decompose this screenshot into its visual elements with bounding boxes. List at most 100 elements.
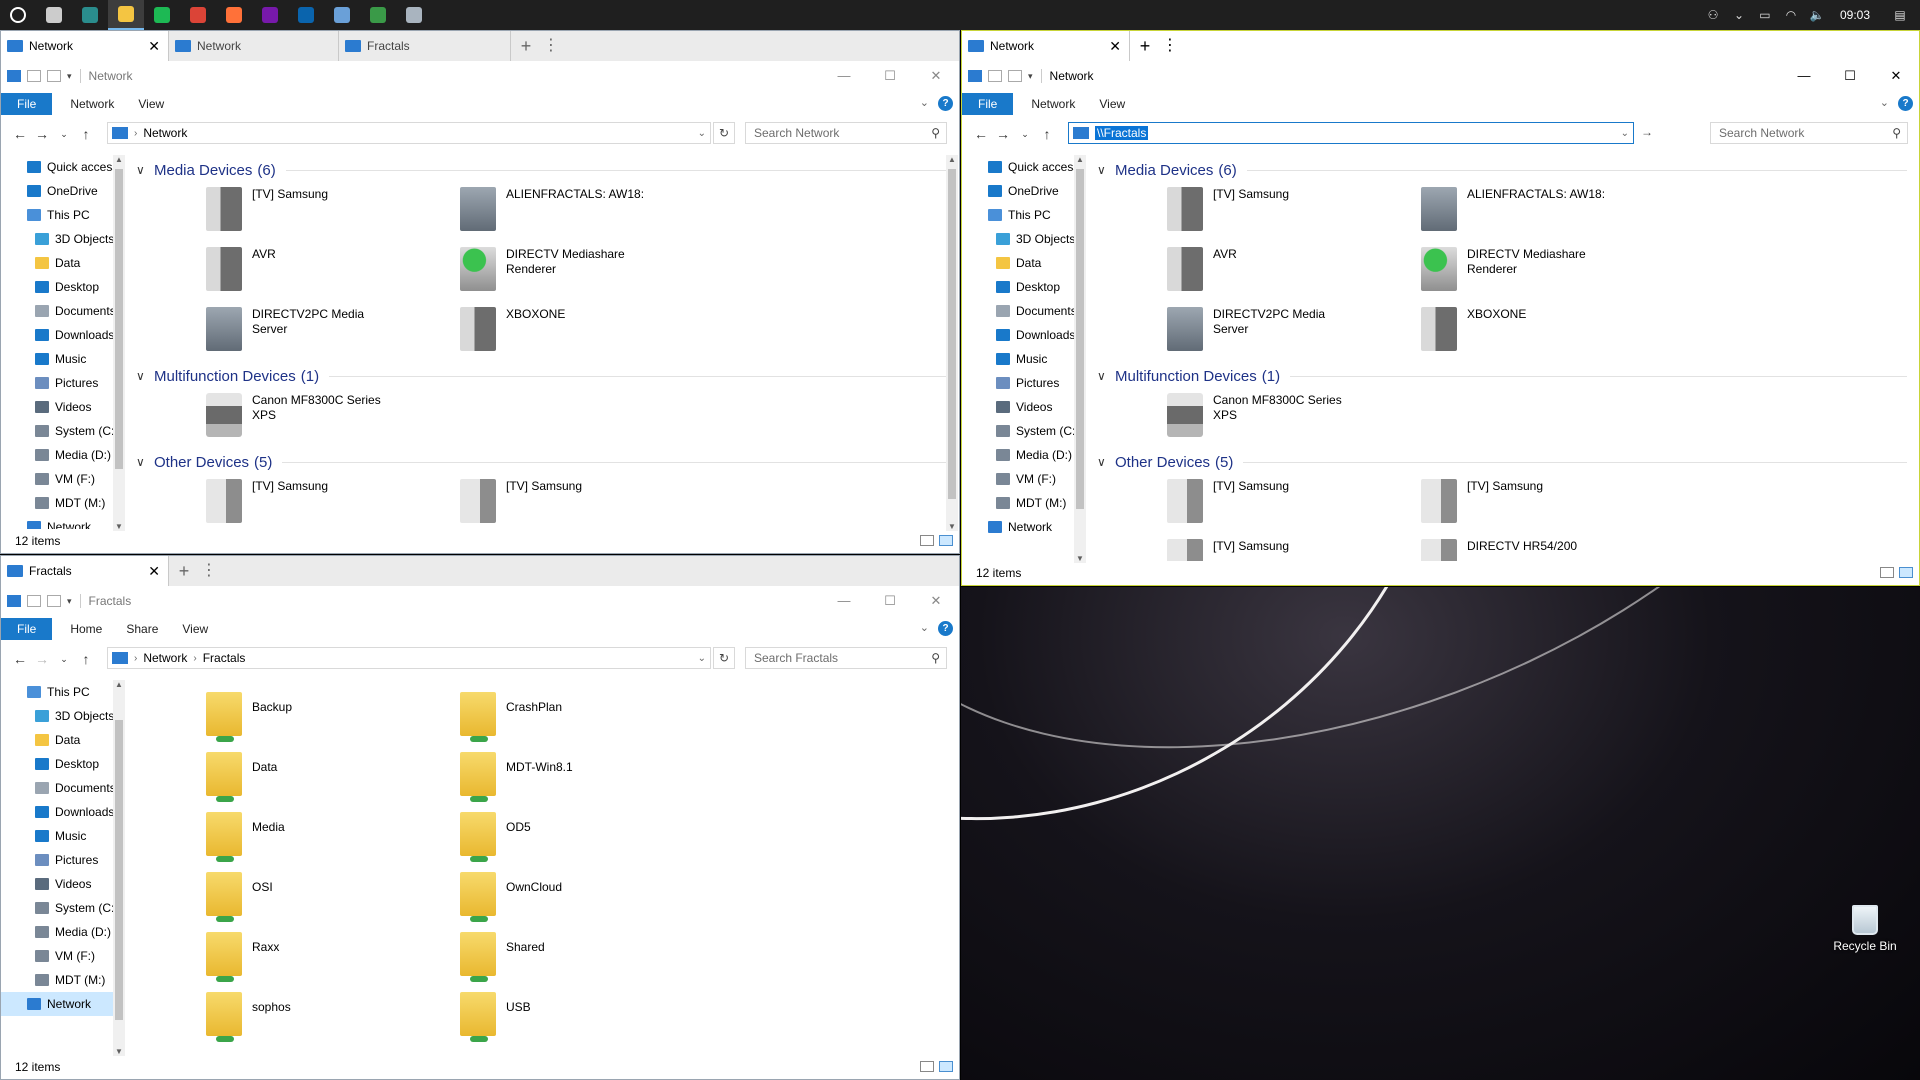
minimize-button[interactable]: — bbox=[821, 586, 867, 616]
nav-item-music[interactable]: Music bbox=[1, 824, 113, 848]
ribbon-tab-network[interactable]: Network bbox=[1019, 97, 1087, 111]
search-box[interactable]: Search Network ⚲ bbox=[745, 122, 947, 144]
device-item[interactable]: [TV] Samsung bbox=[1421, 473, 1675, 533]
chevron-up-icon[interactable]: ⌄ bbox=[1726, 8, 1752, 22]
nav-item-pictures[interactable]: Pictures bbox=[962, 371, 1074, 395]
group-header[interactable]: ∨ Other Devices (5) bbox=[1087, 451, 1907, 473]
nav-item-vm-f[interactable]: VM (F:) bbox=[1, 467, 113, 491]
shared-folder[interactable]: USB bbox=[460, 986, 714, 1046]
nav-item-videos[interactable]: Videos bbox=[1, 395, 113, 419]
device-item[interactable]: XBOXONE bbox=[460, 301, 714, 361]
close-button[interactable]: ✕ bbox=[913, 61, 959, 91]
content-scrollbar[interactable]: ▲ ▼ bbox=[946, 155, 958, 531]
collapse-icon[interactable]: ∨ bbox=[1097, 455, 1115, 469]
new-folder-icon[interactable] bbox=[47, 595, 61, 607]
maximize-button[interactable]: ☐ bbox=[867, 61, 913, 91]
taskbar-connection-button[interactable] bbox=[360, 0, 396, 30]
device-item[interactable]: DIRECTV2PC Media Server bbox=[206, 301, 460, 361]
nav-pane-scrollbar[interactable]: ▲ ▼ bbox=[1074, 155, 1086, 563]
nav-item-desktop[interactable]: Desktop bbox=[1, 275, 113, 299]
device-item[interactable]: ALIENFRACTALS: AW18: bbox=[460, 181, 714, 241]
maximize-button[interactable]: ☐ bbox=[1827, 61, 1873, 91]
back-button[interactable]: ← bbox=[970, 126, 992, 142]
device-item[interactable]: [TV] Samsung bbox=[460, 473, 714, 529]
refresh-button[interactable]: ↻ bbox=[713, 122, 735, 144]
device-item[interactable]: Canon MF8300C Series XPS bbox=[1167, 387, 1421, 447]
up-button[interactable]: ↑ bbox=[75, 126, 97, 142]
breadcrumb-network[interactable]: Network bbox=[143, 126, 187, 140]
close-tab-icon[interactable]: ✕ bbox=[148, 563, 160, 580]
address-dropdown-icon[interactable]: ⌄ bbox=[698, 653, 706, 664]
nav-item-system-c[interactable]: System (C:) bbox=[1, 896, 113, 920]
shared-folder[interactable]: Shared bbox=[460, 926, 714, 986]
taskbar-task-view-button[interactable] bbox=[36, 0, 72, 30]
close-tab-icon[interactable]: ✕ bbox=[148, 38, 160, 55]
address-bar[interactable]: \\Fractals ⌄ bbox=[1068, 122, 1634, 144]
collapse-icon[interactable]: ∨ bbox=[1097, 163, 1115, 177]
ribbon-tab-view[interactable]: View bbox=[1087, 97, 1137, 111]
breadcrumb-network[interactable]: Network bbox=[143, 651, 187, 665]
nav-item-desktop[interactable]: Desktop bbox=[1, 752, 113, 776]
close-button[interactable]: ✕ bbox=[913, 586, 959, 616]
help-icon[interactable]: ? bbox=[1898, 96, 1913, 111]
new-folder-icon[interactable] bbox=[1008, 70, 1022, 82]
search-box[interactable]: Search Network ⚲ bbox=[1710, 122, 1908, 144]
wifi-icon[interactable]: ◠ bbox=[1778, 8, 1804, 22]
taskbar-spotify-button[interactable] bbox=[144, 0, 180, 30]
taskbar-chrome-button[interactable] bbox=[180, 0, 216, 30]
group-header[interactable]: ∨ Media Devices (6) bbox=[1087, 159, 1907, 181]
nav-item-pictures[interactable]: Pictures bbox=[1, 371, 113, 395]
nav-item-system-c[interactable]: System (C:) bbox=[962, 419, 1074, 443]
expand-ribbon-icon[interactable]: ⌄ bbox=[1880, 96, 1889, 109]
nav-item-this-pc[interactable]: This PC bbox=[1, 203, 113, 227]
recent-locations-button[interactable]: ⌄ bbox=[1014, 129, 1036, 140]
up-button[interactable]: ↑ bbox=[1036, 126, 1058, 142]
up-button[interactable]: ↑ bbox=[75, 651, 97, 667]
help-icon[interactable]: ? bbox=[938, 621, 953, 636]
address-bar[interactable]: › Network ⌄ bbox=[107, 122, 711, 144]
new-tab-button[interactable]: + bbox=[169, 556, 199, 586]
nav-item-music[interactable]: Music bbox=[962, 347, 1074, 371]
device-item[interactable]: DIRECTV Mediashare Renderer bbox=[460, 241, 714, 301]
ribbon-tab-file[interactable]: File bbox=[1, 93, 53, 115]
nav-item-documents[interactable]: Documents bbox=[962, 299, 1074, 323]
group-header[interactable]: ∨ Multifunction Devices (1) bbox=[126, 365, 946, 387]
customize-toolbar-icon[interactable]: ▾ bbox=[67, 596, 72, 607]
nav-item-videos[interactable]: Videos bbox=[1, 872, 113, 896]
battery-icon[interactable]: ▭ bbox=[1752, 8, 1778, 22]
tab-menu-button[interactable]: ⋮ bbox=[199, 556, 219, 586]
shared-folder[interactable]: OwnCloud bbox=[460, 866, 714, 926]
nav-item-3d-objects[interactable]: 3D Objects bbox=[962, 227, 1074, 251]
nav-pane-scrollbar[interactable]: ▲ ▼ bbox=[113, 155, 125, 531]
nav-item-3d-objects[interactable]: 3D Objects bbox=[1, 704, 113, 728]
large-icons-view-icon[interactable] bbox=[939, 535, 953, 546]
nav-item-network[interactable]: Network bbox=[962, 515, 1074, 539]
nav-item-media-d[interactable]: Media (D:) bbox=[962, 443, 1074, 467]
address-input[interactable]: \\Fractals bbox=[1095, 126, 1149, 140]
collapse-icon[interactable]: ∨ bbox=[136, 163, 154, 177]
details-view-icon[interactable] bbox=[920, 535, 934, 546]
new-tab-button[interactable]: + bbox=[1130, 31, 1160, 61]
new-tab-button[interactable]: + bbox=[511, 31, 541, 61]
shared-folder[interactable]: Raxx bbox=[206, 926, 460, 986]
taskbar-cortana-button[interactable] bbox=[0, 0, 36, 30]
nav-item-pictures[interactable]: Pictures bbox=[1, 848, 113, 872]
nav-item-downloads[interactable]: Downloads bbox=[1, 800, 113, 824]
nav-item-downloads[interactable]: Downloads bbox=[1, 323, 113, 347]
shared-folder[interactable]: Media bbox=[206, 806, 460, 866]
expand-ribbon-icon[interactable]: ⌄ bbox=[920, 621, 929, 634]
nav-item-system-c[interactable]: System (C:) bbox=[1, 419, 113, 443]
tab-menu-button[interactable]: ⋮ bbox=[1160, 31, 1180, 61]
shared-folder[interactable]: OD5 bbox=[460, 806, 714, 866]
nav-item-mdt-m[interactable]: MDT (M:) bbox=[1, 968, 113, 992]
nav-item-quick-access[interactable]: Quick access bbox=[1, 155, 113, 179]
new-folder-icon[interactable] bbox=[47, 70, 61, 82]
nav-item-documents[interactable]: Documents bbox=[1, 776, 113, 800]
tab-menu-button[interactable]: ⋮ bbox=[541, 31, 561, 61]
recent-locations-button[interactable]: ⌄ bbox=[53, 654, 75, 665]
taskbar-outlook-button[interactable] bbox=[288, 0, 324, 30]
back-button[interactable]: ← bbox=[9, 126, 31, 142]
help-icon[interactable]: ? bbox=[938, 96, 953, 111]
shared-folder[interactable]: Data bbox=[206, 746, 460, 806]
shared-folder[interactable]: OSI bbox=[206, 866, 460, 926]
